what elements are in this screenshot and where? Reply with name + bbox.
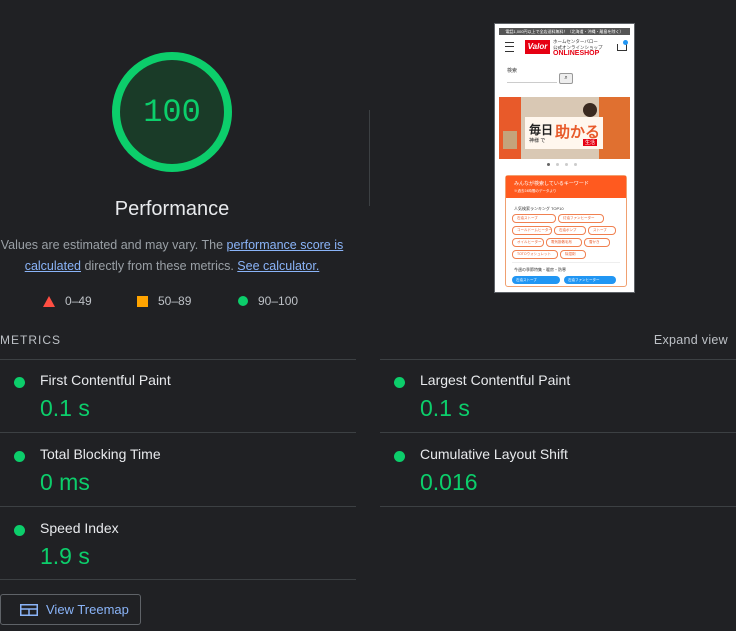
expand-view-toggle[interactable]: Expand view (654, 333, 728, 347)
metric-value: 0.1 s (420, 395, 470, 421)
keyword-tag: 石油ストーブ (512, 214, 556, 223)
metrics-divider (0, 579, 356, 580)
legend-fail: 0–49 (43, 294, 92, 308)
banner-small-text: 神様 で (529, 138, 546, 144)
keyword-header: みんなが検索しているキーワード ※過去24時間のデータより (506, 176, 626, 198)
search-label: 検索 (507, 68, 518, 74)
legend-average: 50–89 (137, 294, 191, 308)
final-screenshot[interactable]: 電話1,000円以上で全店送料無料！（北海道・沖縄・離島を除く） Valor ホ… (494, 23, 635, 293)
keyword-tag: 電気掛敷毛布 (546, 238, 582, 247)
blue-tag: 石油ファンヒーター (564, 276, 616, 284)
metric-value: 0.1 s (40, 395, 90, 421)
keyword-tag: 雪かき (584, 238, 610, 247)
metric-label: Total Blocking Time (40, 446, 161, 462)
blue-tag: 石油ストーブ (512, 276, 560, 284)
search-button: ⌕ (559, 73, 573, 84)
view-treemap-label: View Treemap (46, 602, 129, 617)
keyword-tag: 灯油ファンヒーター (558, 214, 604, 223)
keyword-tag: コールドームヒーター (512, 226, 552, 235)
legend-pass-label: 90–100 (258, 294, 299, 308)
square-icon (137, 295, 148, 307)
metric-value: 0 ms (40, 469, 90, 495)
see-calculator-link[interactable]: See calculator. (237, 259, 319, 273)
description-text-2: directly from these metrics. (81, 259, 238, 273)
store-name: ONLINESHOP (553, 50, 600, 57)
keyword-tag: TOTOウォシュレット (512, 250, 558, 259)
metrics-divider (380, 506, 736, 507)
search-field (507, 74, 557, 83)
metric-value: 0.016 (420, 469, 478, 495)
cart-icon (617, 44, 627, 51)
pass-circle-icon (14, 525, 25, 536)
pass-circle-icon (14, 377, 25, 388)
metric-label: First Contentful Paint (40, 372, 171, 388)
carousel-dots (547, 163, 587, 166)
metric-label: Largest Contentful Paint (420, 372, 571, 388)
metric-label: Cumulative Layout Shift (420, 446, 568, 462)
description-text: Values are estimated and may vary. The (0, 238, 227, 252)
keyword-title: みんなが検索しているキーワード (514, 181, 589, 187)
legend-average-label: 50–89 (158, 294, 192, 308)
ranking-title: 人気検索ランキング TOP10 (514, 206, 564, 211)
metrics-heading: METRICS (0, 333, 61, 347)
keyword-tag: ストーブ (588, 226, 616, 235)
menu-icon (505, 42, 514, 52)
screenshot-content: 電話1,000円以上で全店送料無料！（北海道・沖縄・離島を除く） Valor ホ… (499, 28, 630, 288)
metrics-divider (380, 359, 736, 360)
performance-score: 100 (143, 93, 201, 131)
metric-value: 1.9 s (40, 543, 90, 569)
keyword-sub: ※過去24時間のデータより (514, 189, 557, 193)
recommend-title: 今週の季節特集・暖房・防寒 (514, 267, 566, 272)
metrics-divider (0, 432, 356, 433)
pass-circle-icon (394, 377, 405, 388)
score-legend: 0–49 50–89 90–100 (0, 294, 344, 312)
score-description: Values are estimated and may vary. The p… (0, 235, 344, 277)
metric-label: Speed Index (40, 520, 119, 536)
keyword-box: みんなが検索しているキーワード ※過去24時間のデータより 人気検索ランキング … (505, 175, 627, 287)
logo: Valor (525, 40, 550, 54)
keyword-tag: オイルヒーター (512, 238, 544, 247)
hero-banner: 毎日 神様 で 助かる 生活 (499, 97, 630, 159)
view-treemap-button[interactable]: View Treemap (0, 594, 141, 625)
legend-fail-label: 0–49 (65, 294, 92, 308)
keyword-tag: 除湿剤 (560, 250, 586, 259)
circle-icon (238, 296, 248, 306)
treemap-icon (20, 603, 38, 616)
metrics-divider (0, 359, 356, 360)
screenshot-topbar: 電話1,000円以上で全店送料無料！（北海道・沖縄・離島を除く） (499, 28, 630, 35)
keyword-tag: 石油ポンプ (554, 226, 586, 235)
triangle-icon (43, 295, 55, 307)
metrics-divider (0, 506, 356, 507)
banner-big-text: 毎日 (529, 123, 554, 137)
pass-circle-icon (14, 451, 25, 462)
banner-tag: 生活 (583, 139, 598, 146)
legend-pass: 90–100 (238, 294, 298, 308)
vertical-divider (369, 110, 370, 206)
performance-title: Performance (114, 198, 230, 220)
pass-circle-icon (394, 451, 405, 462)
cart-badge (623, 40, 628, 45)
metrics-divider (380, 432, 736, 433)
